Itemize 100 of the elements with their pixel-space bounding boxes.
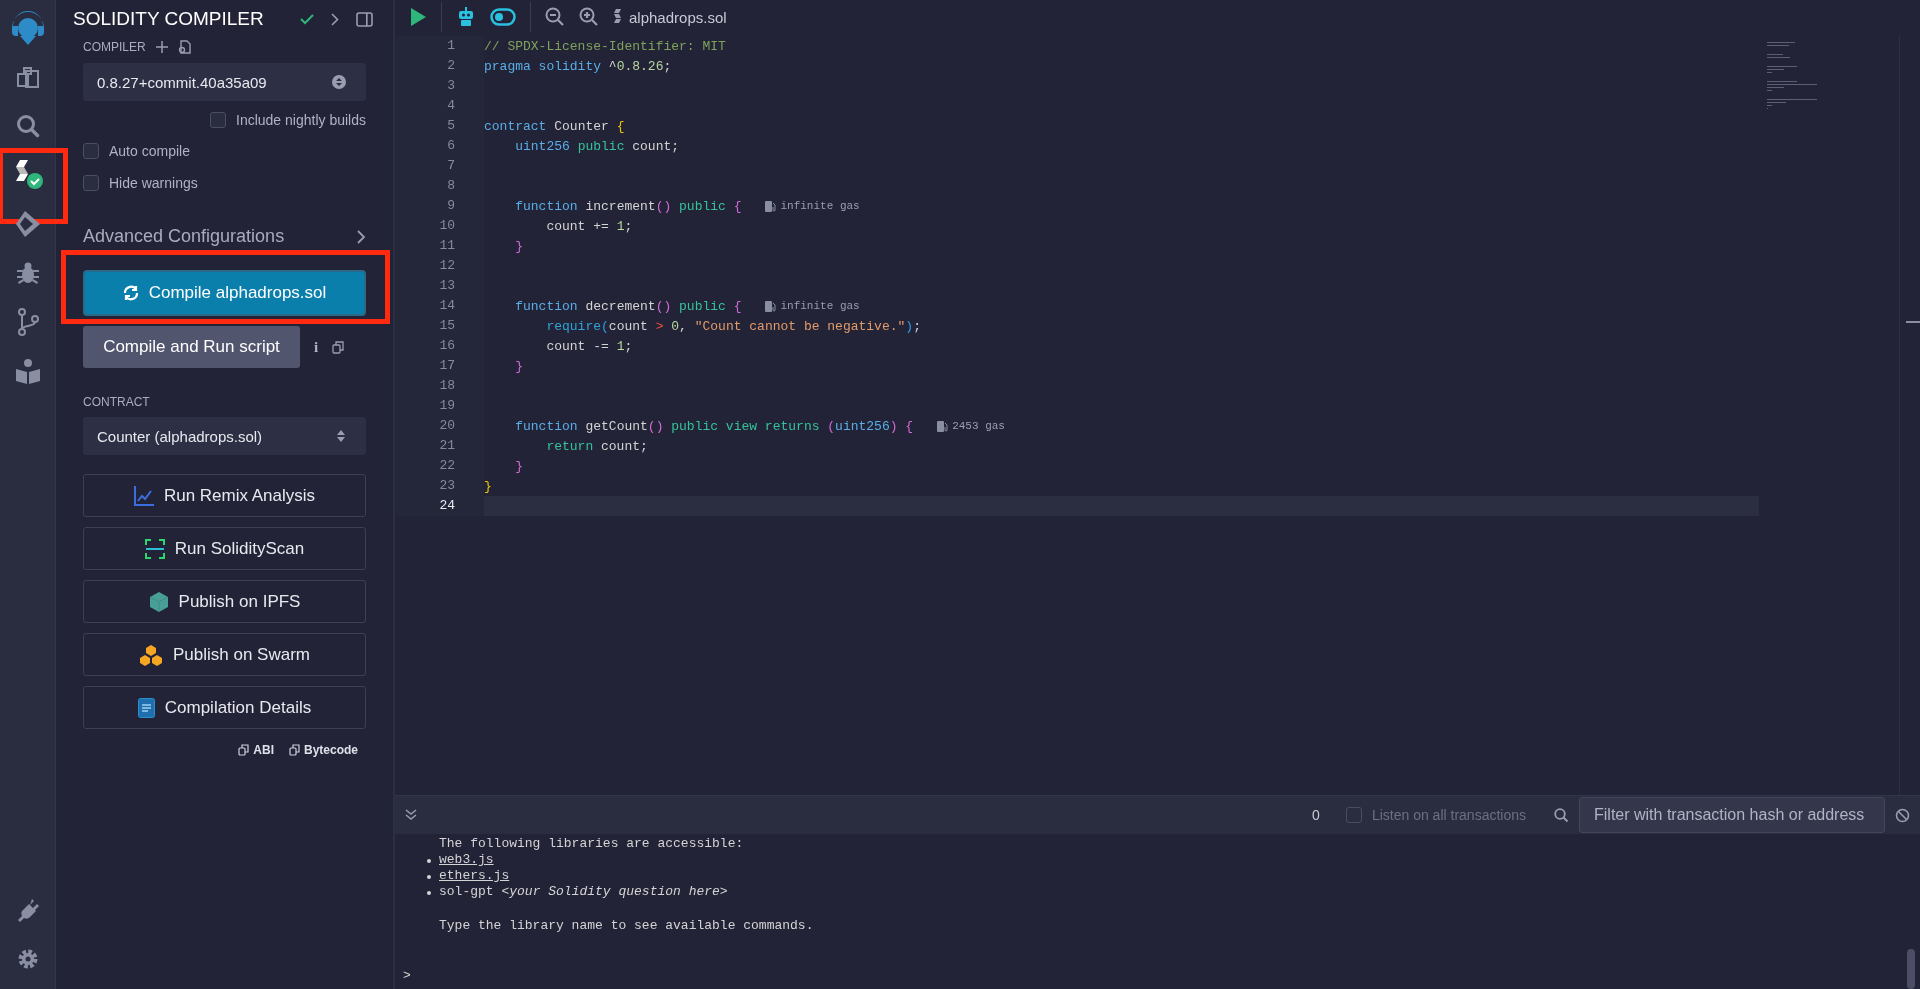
line-number: 5 [395,116,484,136]
chevron-right-icon[interactable] [357,229,366,244]
gas-estimate: infinite gas [765,200,860,212]
line-number: 15 [395,316,484,336]
zoom-in-icon[interactable] [579,7,599,27]
code-line: contract Counter { [484,118,625,134]
terminal-text: sol-gpt <your Solidity question here> [439,884,728,899]
compiler-label: COMPILER [83,40,146,54]
compile-button[interactable]: Compile alphadrops.sol [83,270,366,316]
action-button[interactable]: Compilation Details [83,686,366,729]
action-button[interactable]: Publish on IPFS [83,580,366,623]
copy-icon[interactable] [332,340,345,354]
line-number: 1 [395,36,484,56]
checkbox-label: Listen on all transactions [1371,807,1526,823]
search-icon[interactable] [1554,807,1569,823]
checkbox[interactable] [1345,807,1362,823]
line-number: 17 [395,356,484,376]
line-number: 4 [395,96,484,116]
collapse-icon[interactable] [405,809,417,821]
copy-link[interactable]: ABI [238,743,274,757]
advanced-configurations-toggle[interactable]: Advanced Configurations [83,226,285,247]
line-number: 22 [395,456,484,476]
fuel-pump-icon [765,300,777,312]
code-line: } [514,358,523,374]
plus-icon[interactable] [155,41,168,53]
line-number: 7 [395,156,484,176]
line-number: 8 [395,176,484,196]
code-line: require(count > 0, "Count cannot be negative."); [545,318,921,334]
line-number: 14 [395,296,484,316]
robot-icon[interactable] [456,7,476,27]
action-button[interactable]: Run Remix Analysis [83,474,366,517]
library-link[interactable]: ethers.js [439,868,510,883]
line-number: 10 [395,216,484,236]
solidity-icon [613,9,623,25]
checkbox[interactable] [83,143,99,159]
file-icon[interactable] [177,40,191,54]
scrollbar-thumb[interactable] [1907,949,1915,989]
code-line: // SPDX-License-Identifier: MIT [484,38,726,54]
library-link[interactable]: web3.js [439,852,494,867]
line-number: 9 [395,196,484,216]
toggle-switch-icon[interactable] [490,8,516,26]
line-number: 6 [395,136,484,156]
code-line: pragma solidity ^0.8.26; [484,58,672,74]
line-number: 11 [395,236,484,256]
fuel-pump-icon [937,420,949,432]
fuel-pump-icon [765,200,777,212]
code-line: count += 1; [545,218,633,234]
contract-label: CONTRACT [83,395,151,409]
compiler-version-select[interactable]: 0.8.27+commit.40a35a09 [83,63,366,101]
book-icon[interactable] [13,357,42,384]
copy-link[interactable]: Bytecode [288,743,358,757]
line-number: 23 [395,476,484,496]
transaction-count: 0 [1312,807,1320,823]
code-line: function increment() public { [514,198,742,214]
line-number: 19 [395,396,484,416]
checkbox-label: Auto compile [109,143,190,159]
action-button[interactable]: Publish on Swarm [83,633,366,676]
gas-estimate: infinite gas [765,300,860,312]
line-number: 2 [395,56,484,76]
sort-icon [332,75,346,89]
terminal-text: Type the library name to see available commands. [439,918,815,934]
terminal-text: The following libraries are accessible: [439,836,745,852]
checkbox[interactable] [83,175,99,191]
chevron-right-icon[interactable] [331,12,339,26]
line-number: 13 [395,276,484,296]
code-line: uint256 public count; [514,138,680,154]
line-number: 3 [395,76,484,96]
checkbox[interactable] [210,111,226,128]
file-tab[interactable]: alphadrops.sol [613,8,727,26]
code-line: count -= 1; [545,338,633,354]
clear-icon[interactable] [1895,807,1910,823]
checkbox-label: Include nightly builds [236,111,366,128]
ethereum-icon[interactable] [14,209,41,238]
scan-icon [144,538,165,559]
contract-select[interactable]: Counter (alphadrops.sol) [83,417,366,455]
line-number: 21 [395,436,484,456]
play-icon[interactable] [409,7,427,27]
line-number: 12 [395,256,484,276]
info-icon[interactable]: i [314,338,319,356]
action-button[interactable]: Run SolidityScan [83,527,366,570]
search-icon[interactable] [14,112,41,139]
check-icon [300,13,314,25]
copy-icon [288,744,300,756]
filter-field[interactable]: Filter with transaction hash or address [1579,797,1885,833]
zoom-out-icon[interactable] [545,7,565,27]
cube-icon [148,590,169,613]
panel-title: SOLIDITY COMPILER [73,8,264,30]
terminal-prompt: > [403,968,412,984]
refresh-icon [122,285,139,301]
chart-icon [133,485,154,506]
document-icon [137,697,155,718]
hexagons-icon [139,642,163,667]
compile-and-run-button[interactable]: Compile and Run script [83,326,300,368]
line-number: 20 [395,416,484,436]
panel-toggle-icon[interactable] [356,11,373,27]
line-number: 18 [395,376,484,396]
copy-icon [238,744,250,756]
branch-icon[interactable] [15,307,40,336]
scroll-marker [1906,321,1920,323]
gas-estimate: 2453 gas [937,420,1005,432]
